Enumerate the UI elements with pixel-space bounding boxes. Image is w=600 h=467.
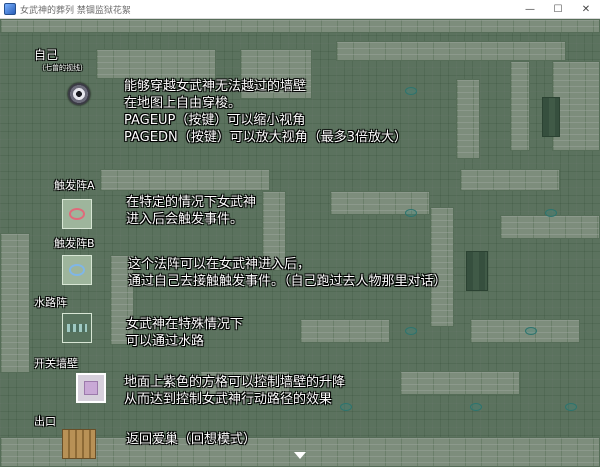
wall-switch-line-2: 从而达到控制女武神行动路径的效果 — [124, 392, 333, 407]
waterway-line-2: 可以通过水路 — [126, 334, 205, 349]
trigger-b-line-2: 通过自己去接触触发事件。（自己跑过去人物那里对话） — [128, 274, 447, 289]
self-label: 自己 — [34, 48, 59, 62]
exit-description: 返回爱巢（回想模式） — [126, 431, 256, 448]
title-bar: 女武神的葬列 禁锢监狱花絮 — ☐ ✕ — [0, 0, 600, 19]
wall-switch-line-1: 地面上紫色的方格可以控制墙壁的升降 — [124, 375, 346, 390]
waterway-line-1: 女武神在特殊情况下 — [126, 317, 244, 332]
trigger-b-tile — [62, 255, 92, 285]
trigger-a-line-1: 在特定的情况下女武神 — [126, 195, 257, 210]
maximize-button[interactable]: ☐ — [544, 0, 572, 19]
exit-line-1: 返回爱巢（回想模式） — [126, 432, 257, 447]
waterway-icon — [67, 324, 87, 332]
trigger-a-description: 在特定的情况下女武神 进入后会触发事件。 — [126, 194, 256, 228]
trigger-b-line-1: 这个法阵可以在女武神进入后， — [128, 257, 311, 272]
close-button[interactable]: ✕ — [572, 0, 600, 19]
game-viewport[interactable]: 自己 （七曾的视线） 能够穿越女武神无法越过的墙壁 在地图上自由穿梭。 PAGE… — [0, 19, 600, 467]
stairs-icon — [62, 429, 96, 459]
window-title: 女武神的葬列 禁锢监狱花絮 — [20, 5, 131, 16]
trigger-a-line-2: 进入后会触发事件。 — [126, 212, 244, 227]
waterway-tile — [62, 313, 92, 343]
window-controls: — ☐ ✕ — [516, 0, 600, 19]
purple-switch-icon — [84, 381, 98, 395]
self-sublabel: （七曾的视线） — [38, 64, 87, 72]
wall-switch-tile — [76, 373, 106, 403]
self-line-2: 在地图上自由穿梭。 — [124, 96, 242, 111]
trigger-b-description: 这个法阵可以在女武神进入后， 通过自己去接触触发事件。（自己跑过去人物那里对话） — [128, 256, 447, 290]
trigger-b-label: 触发阵B — [54, 237, 95, 250]
trigger-a-label: 触发阵A — [54, 179, 95, 192]
down-arrow-icon[interactable] — [294, 452, 306, 459]
red-rune-icon — [69, 208, 85, 220]
trigger-a-tile — [62, 199, 92, 229]
game-app-icon — [4, 3, 16, 15]
blue-rune-icon — [69, 264, 85, 276]
eye-icon — [68, 83, 90, 105]
wall-switch-label: 开关墙壁 — [34, 357, 78, 370]
minimize-button[interactable]: — — [516, 0, 544, 19]
game-window: 女武神的葬列 禁锢监狱花絮 — ☐ ✕ 自己 （七曾的视线） 能够穿越女武神无法… — [0, 0, 600, 467]
self-line-1: 能够穿越女武神无法越过的墙壁 — [124, 79, 307, 94]
wall-switch-description: 地面上紫色的方格可以控制墙壁的升降 从而达到控制女武神行动路径的效果 — [124, 374, 345, 408]
self-line-3: PAGEUP（按键）可以缩小视角 — [124, 113, 306, 128]
exit-label: 出口 — [34, 415, 56, 428]
waterway-label: 水路阵 — [34, 296, 67, 309]
self-description: 能够穿越女武神无法越过的墙壁 在地图上自由穿梭。 PAGEUP（按键）可以缩小视… — [124, 78, 407, 146]
self-line-4: PAGEDN（按键）可以放大视角（最多3倍放大） — [124, 130, 407, 145]
waterway-description: 女武神在特殊情况下 可以通过水路 — [126, 316, 243, 350]
